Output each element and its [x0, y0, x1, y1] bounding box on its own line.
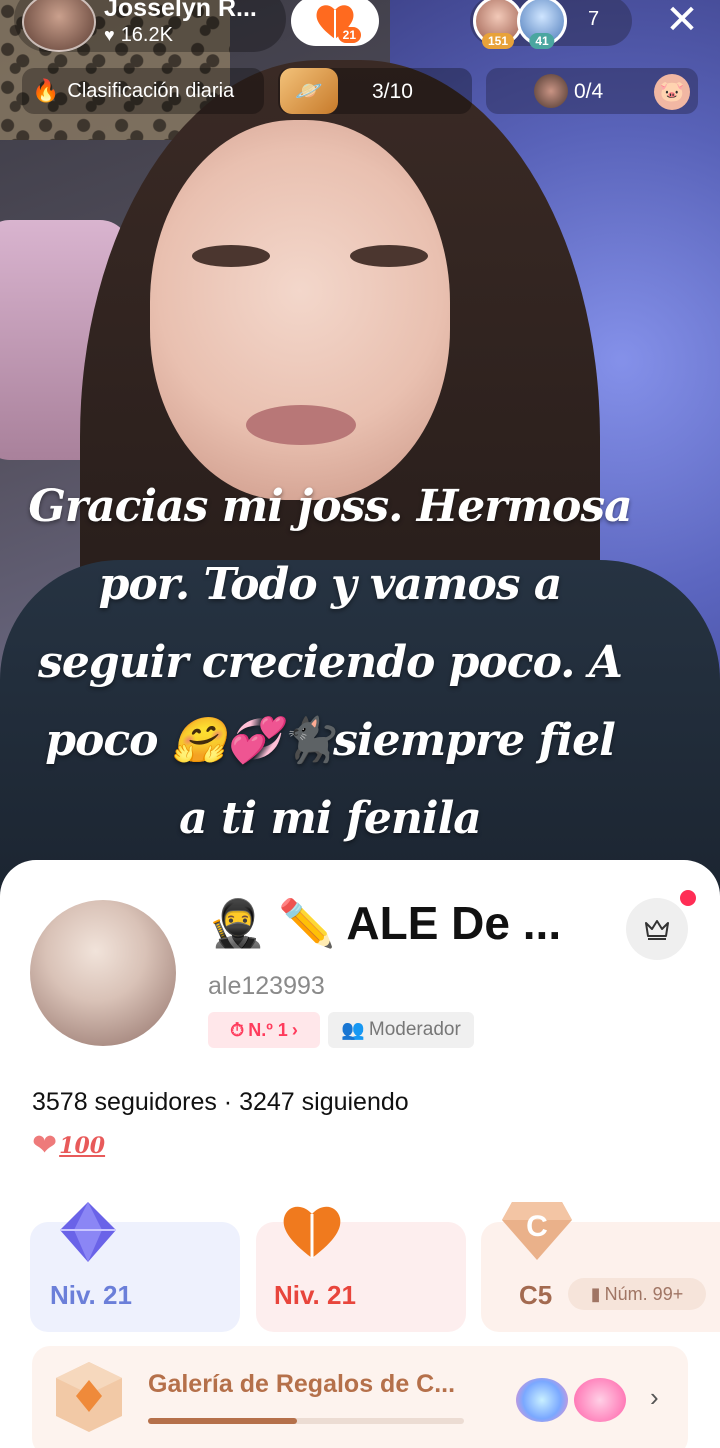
- crown-icon: [645, 920, 669, 940]
- viewer-count[interactable]: 7: [588, 8, 599, 31]
- moderator-icon: 👥: [341, 1020, 365, 1041]
- gift-gallery-progress-fill: [148, 1418, 297, 1424]
- gift-level-label: Niv. 21: [50, 1280, 132, 1310]
- fan-badge: ❤ 100: [32, 1128, 105, 1163]
- close-icon[interactable]: ✕: [660, 0, 704, 42]
- streamer-eye-left: [192, 245, 270, 267]
- caption-text: Gracias mi joss. Hermosa por. Todo y vam…: [10, 468, 650, 858]
- moderator-tag: 👥 Moderador: [328, 1012, 474, 1048]
- svg-text:C: C: [526, 1210, 548, 1243]
- caption-line: seguir creciendo poco. A: [38, 637, 623, 688]
- caption-line: por. Todo y vamos a: [98, 559, 563, 610]
- profile-handle: ale123993: [208, 972, 325, 1000]
- daily-ranking-label: Clasificación diaria: [67, 79, 235, 102]
- stopwatch-icon: ⏱: [230, 1019, 245, 1040]
- class-rank: Núm. 99+: [604, 1283, 684, 1304]
- rank-tag-label: N.º 1: [248, 1019, 288, 1040]
- heart-icon: ❤: [32, 1129, 58, 1162]
- team-level-badge: 21: [337, 27, 361, 43]
- follow-stats: 3578 seguidores · 3247 siguiendo: [32, 1088, 409, 1116]
- streamer-eye-right: [350, 245, 428, 267]
- caption-line: poco 🤗💞🐈‍⬛siempre fiel: [45, 715, 616, 766]
- top-viewer-level-2: 41: [529, 33, 555, 49]
- pig-face-icon: 🐷: [654, 74, 690, 110]
- crown-button[interactable]: [626, 898, 688, 960]
- pink-heart-gift-icon: [574, 1378, 626, 1422]
- profile-display-name: 🥷 ✏️ ALE De ...: [208, 897, 562, 949]
- match-avatar: [534, 74, 568, 108]
- rank-tag[interactable]: ⏱ N.º 1 ›: [208, 1012, 320, 1048]
- match-progress: 0/4: [574, 80, 604, 103]
- gift-gallery-title: Galería de Regalos de C...: [148, 1370, 456, 1398]
- class-rank-badge: ▮ Núm. 99+: [568, 1278, 706, 1310]
- host-name: Josselyn R...: [104, 0, 257, 22]
- caption-line: a ti mi fenila: [179, 793, 482, 844]
- host-likes-count: 16.2K: [120, 24, 173, 46]
- planet-icon: 🪐: [280, 68, 338, 114]
- daily-ranking-button[interactable]: 🔥 Clasificación diaria: [22, 68, 264, 114]
- gift-box-icon: [56, 1362, 122, 1432]
- flame-icon: 🔥: [32, 78, 60, 103]
- class-label: C5: [519, 1280, 553, 1310]
- pk-progress: 3/10: [372, 80, 413, 103]
- profile-avatar[interactable]: [30, 900, 176, 1046]
- bar-chart-icon: ▮: [590, 1283, 601, 1304]
- notification-dot: [680, 890, 696, 906]
- streamer-lips: [246, 405, 356, 445]
- caption-line: Gracias mi joss. Hermosa: [28, 481, 632, 532]
- team-join-button[interactable]: 21: [291, 0, 379, 46]
- team-heart-icon: [283, 1206, 341, 1258]
- moderator-label: Moderador: [368, 1019, 461, 1040]
- host-likes: ♥ 16.2K: [104, 24, 173, 47]
- heart-icon: ♥: [104, 25, 115, 45]
- diamond-icon: [60, 1202, 116, 1262]
- chevron-right-icon[interactable]: ›: [650, 1382, 659, 1413]
- fan-badge-value: 100: [59, 1132, 106, 1159]
- chevron-right-icon: ›: [291, 1019, 298, 1040]
- class-crest-icon: C: [502, 1202, 572, 1260]
- team-level-label: Niv. 21: [274, 1280, 356, 1310]
- crystal-heart-gift-icon: [516, 1378, 568, 1422]
- top-viewer-level-1: 151: [481, 33, 515, 49]
- gift-gallery-progress: [148, 1418, 464, 1424]
